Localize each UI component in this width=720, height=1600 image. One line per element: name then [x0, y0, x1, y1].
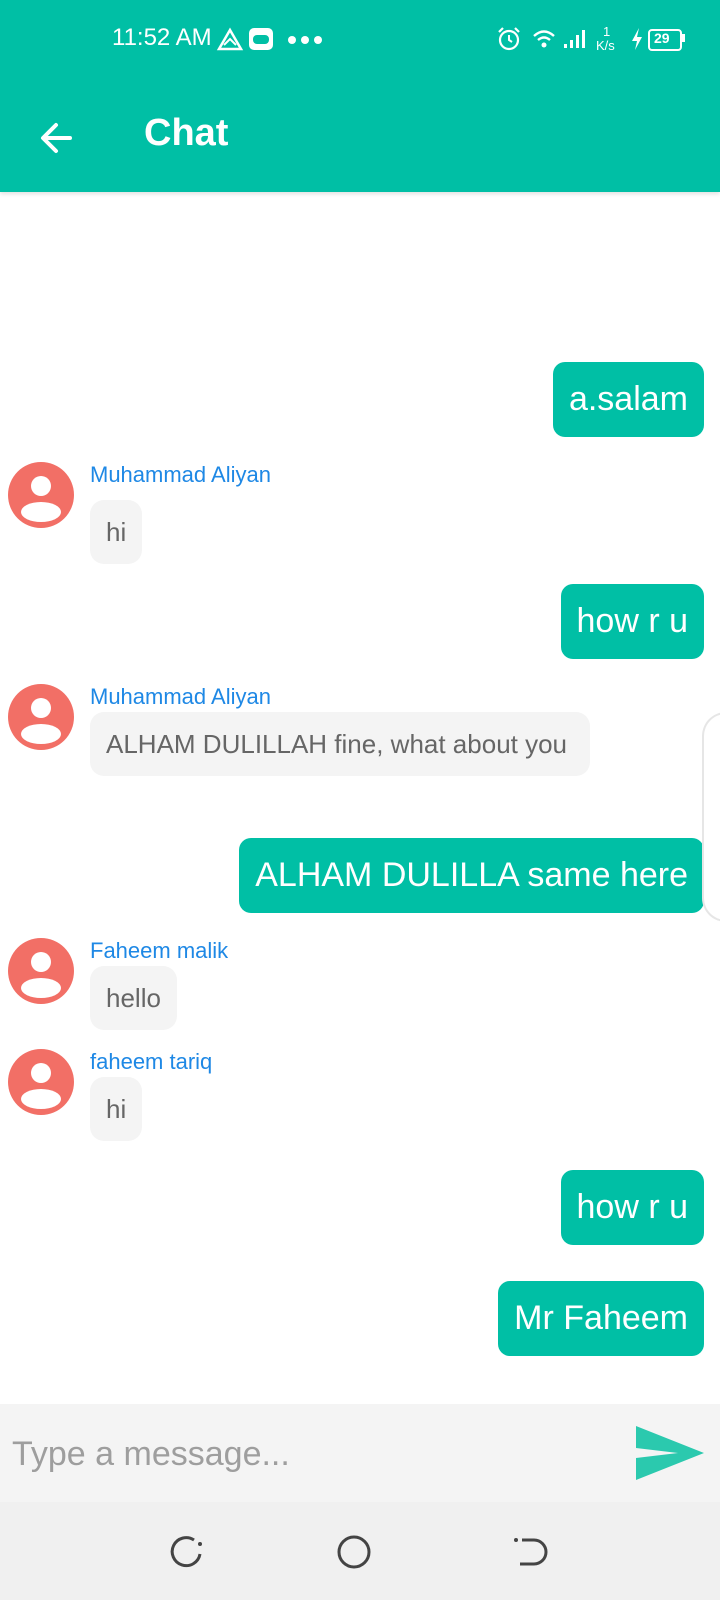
wifi-icon: [533, 30, 555, 48]
outgoing-message[interactable]: a.salam: [552, 362, 704, 437]
avatar[interactable]: [8, 462, 74, 528]
outgoing-message[interactable]: Mr Faheem: [498, 1281, 704, 1356]
battery-icon: 29: [648, 29, 682, 51]
network-speed-unit: K/s: [596, 38, 615, 53]
top-bar: 11:52 AM 1 K/s 29 Chat: [0, 0, 720, 192]
edge-panel-handle[interactable]: [702, 712, 720, 922]
battery-level: 29: [654, 30, 670, 46]
incoming-message[interactable]: hi: [90, 1077, 143, 1141]
avatar[interactable]: [8, 938, 74, 1004]
avatar[interactable]: [8, 1049, 74, 1115]
more-dots-icon: [288, 36, 322, 44]
status-bar: 11:52 AM 1 K/s 29: [0, 0, 720, 80]
message-input[interactable]: [10, 1418, 594, 1490]
incoming-message[interactable]: ALHAM DULILLAH fine, what about you: [90, 712, 590, 776]
alarm-icon: [498, 27, 520, 51]
recent-apps-icon[interactable]: [166, 1532, 206, 1572]
sender-name: Muhammad Aliyan: [90, 462, 271, 487]
outgoing-message[interactable]: how r u: [560, 584, 704, 659]
system-nav-bar: [0, 1502, 720, 1600]
message-list[interactable]: a.salam Muhammad Aliyan hi how r u Muham…: [0, 192, 720, 1404]
outgoing-message[interactable]: how r u: [560, 1170, 704, 1245]
triangle-notification-icon: [216, 27, 244, 51]
incoming-message[interactable]: hi: [90, 500, 143, 564]
arrow-back-icon[interactable]: [32, 112, 84, 164]
sender-name: faheem tariq: [90, 1049, 213, 1074]
send-icon[interactable]: [634, 1422, 706, 1484]
home-icon[interactable]: [334, 1532, 374, 1572]
avatar[interactable]: [8, 684, 74, 750]
sender-name: Muhammad Aliyan: [90, 684, 271, 709]
signal-icon: [564, 30, 585, 48]
charging-icon: [632, 28, 642, 50]
page-title: Chat: [144, 112, 229, 154]
sender-name: Faheem malik: [90, 938, 229, 963]
network-speed-value: 1: [603, 24, 611, 39]
status-time: 11:52 AM: [112, 24, 212, 51]
incoming-message[interactable]: hello: [90, 966, 177, 1030]
outgoing-message[interactable]: ALHAM DULILLA same here: [239, 838, 704, 913]
battery-tip: [682, 34, 685, 42]
message-composer: [0, 1404, 720, 1502]
game-icon: [249, 28, 273, 50]
back-icon[interactable]: [510, 1532, 550, 1572]
